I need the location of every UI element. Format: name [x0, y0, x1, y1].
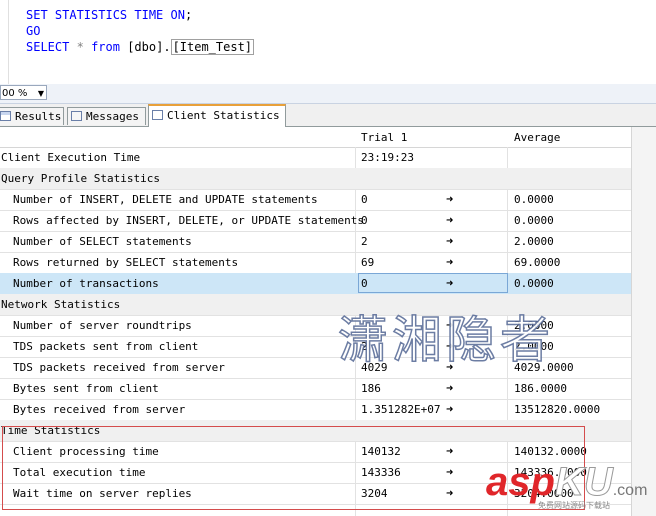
average-column-header[interactable]: Average	[514, 131, 560, 144]
trial-value: 1.351282E+07	[361, 403, 441, 416]
average-value: 186.0000	[514, 382, 567, 395]
sql-table-name: [Item_Test]	[170, 39, 255, 55]
stat-row[interactable]: Rows returned by SELECT statements 69 ➜ 69.…	[0, 252, 631, 274]
tab-label: Messages	[86, 110, 139, 123]
message-icon	[71, 111, 82, 121]
stat-row[interactable]: Client Execution Time 23:19:23	[0, 147, 631, 169]
chevron-down-icon[interactable]: ▼	[38, 86, 44, 101]
logo-asp: asp	[486, 460, 555, 504]
section-label: Query Profile Statistics	[1, 172, 160, 185]
tab-client-statistics[interactable]: Client Statistics	[148, 104, 286, 127]
tab-label: Client Statistics	[167, 109, 280, 122]
logo-com: .com	[612, 482, 648, 499]
stat-label: Rows affected by INSERT, DELETE, or UPDA…	[13, 214, 364, 227]
stat-label: Rows returned by SELECT statements	[13, 256, 239, 269]
arrow-right-icon: ➜	[446, 213, 454, 227]
sql-schema: [dbo].	[127, 40, 171, 54]
editor-gutter	[0, 0, 9, 84]
trial-column-header[interactable]: Trial 1	[361, 131, 407, 144]
tab-messages[interactable]: Messages	[67, 107, 146, 125]
average-value: 0.0000	[514, 193, 554, 206]
trial-value: 0	[361, 193, 368, 206]
arrow-right-icon: ➜	[446, 402, 454, 416]
selected-cell-border	[358, 273, 508, 293]
watermark-logo: aspKU.com	[486, 460, 647, 505]
tab-label: Results	[15, 110, 62, 123]
trial-value: 69	[361, 256, 375, 269]
stat-row[interactable]: Number of transactions 0 ➜ 0.0000	[0, 273, 631, 295]
average-value: 2.0000	[514, 235, 554, 248]
zoom-bar: 00 % ▼	[0, 84, 656, 104]
trial-value: 0	[361, 214, 368, 227]
zoom-value: 00 %	[2, 88, 28, 99]
watermark-text: 潇湘隐者	[337, 310, 554, 370]
watermark-subtitle: 免费网站源码下载站	[538, 501, 610, 510]
trial-value: 2	[361, 235, 368, 248]
trial-value: 23:19:23	[361, 151, 414, 164]
stat-label: Bytes sent from client	[13, 382, 159, 395]
sql-keyword: GO	[26, 24, 41, 38]
sql-keyword: SET STATISTICS TIME ON	[26, 8, 185, 22]
tab-results[interactable]: Results	[0, 107, 64, 125]
stat-label: Number of server roundtrips	[13, 319, 192, 332]
sql-keyword: from	[91, 40, 120, 54]
arrow-right-icon: ➜	[446, 255, 454, 269]
stat-label: Number of SELECT statements	[13, 235, 192, 248]
stat-row[interactable]: Bytes sent from client 186 ➜ 186.0000	[0, 378, 631, 400]
stat-row[interactable]: Number of SELECT statements 2 ➜ 2.0000	[0, 231, 631, 253]
arrow-right-icon: ➜	[446, 192, 454, 206]
stat-label: Number of INSERT, DELETE and UPDATE stat…	[13, 193, 318, 206]
stat-label: Bytes received from server	[13, 403, 186, 416]
sql-code[interactable]: SET STATISTICS TIME ON; GO SELECT * from…	[26, 7, 255, 55]
grid-right-margin	[631, 127, 656, 516]
stat-row[interactable]: Bytes received from server 1.351282E+07 ➜ 1…	[0, 399, 631, 421]
average-value: 13512820.0000	[514, 403, 601, 416]
sql-editor[interactable]: SET STATISTICS TIME ON; GO SELECT * from…	[0, 0, 656, 85]
result-tabs: Results Messages Client Statistics	[0, 104, 656, 127]
section-label: Network Statistics	[1, 298, 121, 311]
grid-icon	[0, 111, 11, 121]
stat-row[interactable]: Number of INSERT, DELETE and UPDATE stat…	[0, 189, 631, 211]
stat-label: Client Execution Time	[1, 151, 141, 164]
zoom-dropdown[interactable]: 00 % ▼	[0, 85, 47, 100]
sql-keyword: SELECT	[26, 40, 70, 54]
stat-label: TDS packets sent from client	[13, 340, 199, 353]
section-row[interactable]: Query Profile Statistics	[0, 168, 631, 190]
stat-row[interactable]: Rows affected by INSERT, DELETE, or UPDA…	[0, 210, 631, 232]
trial-value: 186	[361, 382, 381, 395]
average-value: 0.0000	[514, 214, 554, 227]
grid-header: Trial 1 Average	[0, 127, 631, 148]
statistics-icon	[152, 110, 163, 120]
arrow-right-icon: ➜	[446, 234, 454, 248]
logo-ku: KU	[554, 460, 613, 505]
sql-operator: *	[76, 40, 84, 54]
stat-label: TDS packets received from server	[13, 361, 225, 374]
average-value: 69.0000	[514, 256, 561, 269]
sql-punct: ;	[184, 8, 193, 22]
arrow-right-icon: ➜	[446, 381, 454, 395]
stat-label: Number of transactions	[13, 277, 159, 290]
average-value: 0.0000	[514, 277, 554, 290]
